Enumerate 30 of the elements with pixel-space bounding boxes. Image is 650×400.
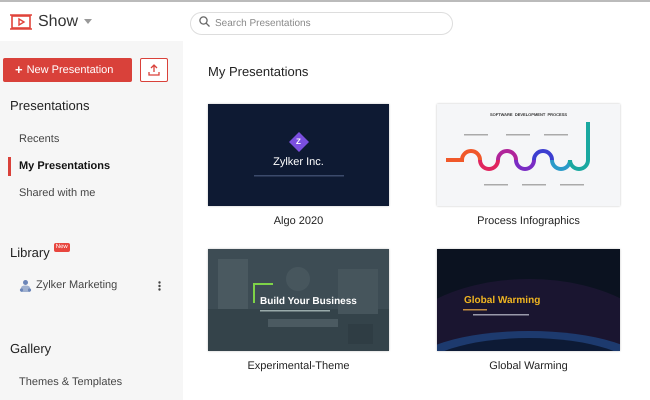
slide-thumbnail[interactable]: Z Zylker Inc. bbox=[208, 104, 389, 206]
upload-icon bbox=[148, 64, 160, 76]
sidebar-item[interactable]: Zylker Marketing bbox=[0, 272, 183, 299]
section-heading: Library bbox=[10, 244, 50, 262]
new-presentation-button[interactable]: + New Presentation bbox=[3, 58, 132, 82]
slide-title: Zylker Inc. bbox=[273, 155, 324, 170]
search-field[interactable]: Search Presentations bbox=[190, 12, 453, 35]
search-icon bbox=[199, 16, 210, 27]
section-title: My Presentations bbox=[208, 63, 310, 81]
logo-letter: Z bbox=[296, 136, 301, 148]
app-logo-icon bbox=[10, 12, 32, 30]
section-heading: Gallery bbox=[10, 340, 52, 358]
sidebar-item[interactable]: Themes & Templates bbox=[0, 368, 183, 396]
presentation-name[interactable]: Algo 2020 bbox=[274, 212, 324, 229]
app-name[interactable]: Show bbox=[38, 10, 78, 34]
sidebar-item[interactable]: My Presentations bbox=[0, 152, 183, 180]
slide-title: Build Your Business bbox=[260, 295, 357, 309]
more-icon[interactable] bbox=[158, 280, 161, 290]
presentation-name[interactable]: Global Warming bbox=[489, 358, 568, 374]
sidebar-item[interactable]: Shared with me bbox=[0, 180, 183, 206]
section-heading: Presentations bbox=[10, 97, 90, 115]
sidebar-item[interactable]: Recents bbox=[0, 126, 183, 152]
slide-title: Global Warming bbox=[464, 294, 540, 308]
upload-button[interactable] bbox=[140, 58, 168, 82]
presentation-name[interactable]: Process Infographics bbox=[477, 212, 580, 229]
subtitle-line-drawing bbox=[260, 310, 330, 312]
caret-icon[interactable] bbox=[84, 19, 92, 24]
presentation-name[interactable]: Experimental-Theme bbox=[247, 358, 350, 374]
people-icon bbox=[19, 278, 32, 292]
diamond-logo-icon bbox=[288, 132, 308, 152]
